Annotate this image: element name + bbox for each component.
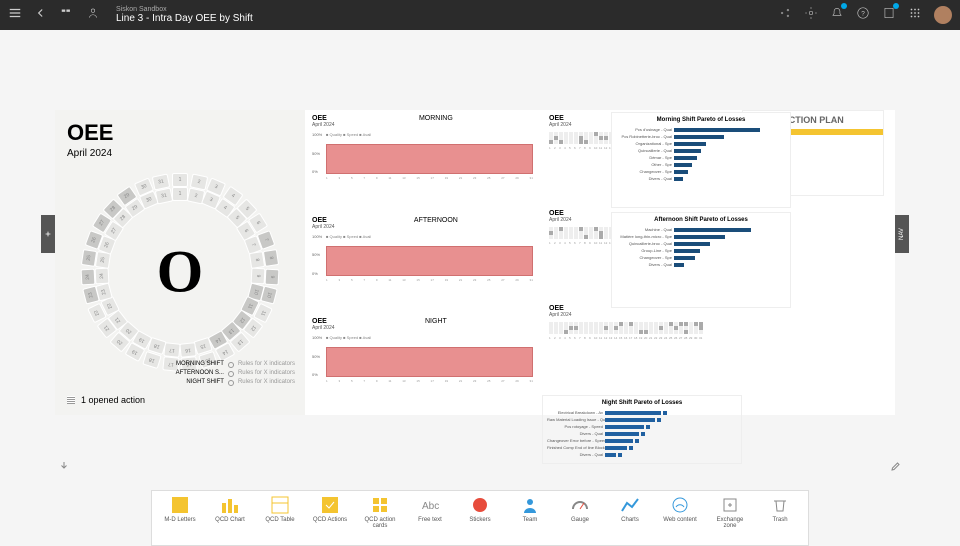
tool-qcd-actions[interactable]: QCD Actions xyxy=(310,495,350,523)
gear-icon[interactable] xyxy=(804,6,818,25)
svg-text:?: ? xyxy=(861,10,865,17)
tool-stickers[interactable]: Stickers xyxy=(460,495,500,523)
shift-barchart[interactable]: OEENIGHTApril 2024■ Quality ■ Speed ■ Av… xyxy=(305,313,542,415)
oee-title: OEE xyxy=(67,120,293,146)
tool-web-content[interactable]: Web content xyxy=(660,495,700,523)
top-bar: Siskon Sandbox Line 3 - Intra Day OEE by… xyxy=(0,0,960,30)
pareto-night[interactable]: Night Shift Pareto of Losses Electrical … xyxy=(542,395,742,464)
logo-icon xyxy=(86,6,100,25)
back-icon[interactable] xyxy=(34,6,48,25)
edit-icon[interactable] xyxy=(886,456,906,476)
tool-exchange-zone[interactable]: Exchange zone xyxy=(710,495,750,529)
board: OEE April 2024 O 12345678910111213141516… xyxy=(55,110,895,415)
opened-actions[interactable]: 1 opened action xyxy=(67,395,145,405)
tool-tray: M-D Letters QCD Chart QCD Table QCD Actions… xyxy=(0,490,960,546)
tool-charts[interactable]: Charts xyxy=(610,495,650,523)
tool-gauge[interactable]: Gauge xyxy=(560,495,600,523)
pareto-chart[interactable]: Afternoon Shift Pareto of LossesMachine … xyxy=(611,212,791,308)
ring-cell[interactable]: 17 xyxy=(163,342,180,358)
oee-center-letter: O xyxy=(157,238,204,307)
tool-trash[interactable]: Trash xyxy=(760,495,800,523)
ring-cell[interactable]: 24 xyxy=(81,268,96,285)
ring-cell[interactable]: 9 xyxy=(250,268,265,285)
tool-free-text[interactable]: AbcFree text xyxy=(410,495,450,523)
share-icon[interactable] xyxy=(778,6,792,25)
apps-icon[interactable] xyxy=(908,6,922,25)
ring-cell[interactable]: 9 xyxy=(264,268,279,285)
tool-m-d-letters[interactable]: M-D Letters xyxy=(160,495,200,523)
ring-cell[interactable]: 31 xyxy=(155,187,173,204)
left-drawer-tab[interactable] xyxy=(41,215,55,253)
pareto-chart[interactable]: Morning Shift Pareto of LossesPcs d'usin… xyxy=(611,112,791,208)
boards-icon[interactable] xyxy=(60,6,74,25)
tool-qcd-action-cards[interactable]: QCD action cards xyxy=(360,495,400,529)
page-title: Siskon Sandbox Line 3 - Intra Day OEE by… xyxy=(116,6,253,25)
shift-barchart[interactable]: OEEMORNINGApril 2024■ Quality ■ Speed ■ … xyxy=(305,110,542,212)
tool-team[interactable]: Team xyxy=(510,495,550,523)
ring-cell[interactable]: 8 xyxy=(263,249,279,267)
tool-qcd-table[interactable]: QCD Table xyxy=(260,495,300,523)
canvas[interactable]: NAV OEE April 2024 O 1234567891011121314… xyxy=(0,30,960,490)
right-drawer-tab[interactable]: NAV xyxy=(895,215,909,253)
bell-icon[interactable] xyxy=(830,6,844,25)
menu-icon[interactable] xyxy=(8,6,22,25)
oee-panel: OEE April 2024 O 12345678910111213141516… xyxy=(55,110,305,415)
svg-text:Abc: Abc xyxy=(422,501,439,512)
shift-legend: MORNING SHIFTRules for X indicators AFTE… xyxy=(176,360,295,387)
download-icon[interactable] xyxy=(54,456,74,476)
shift-barcharts-column: OEEMORNINGApril 2024■ Quality ■ Speed ■ … xyxy=(305,110,542,415)
ring-cell[interactable]: 23 xyxy=(96,282,114,301)
ring-cell[interactable]: 1 xyxy=(172,187,188,201)
shift-barchart[interactable]: OEEAFTERNOONApril 2024■ Quality ■ Speed … xyxy=(305,212,542,314)
ring-cell[interactable]: 24 xyxy=(95,268,110,285)
tool-qcd-chart[interactable]: QCD Chart xyxy=(210,495,250,523)
ring-cell[interactable]: 16 xyxy=(179,342,196,358)
ring-cell[interactable]: 1 xyxy=(172,173,188,187)
oee-grid-card[interactable]: OEEApril 2024123456789101112131415161718… xyxy=(542,300,742,395)
ring-cell[interactable]: 8 xyxy=(249,251,265,269)
help-icon[interactable]: ? xyxy=(856,6,870,25)
avatar[interactable] xyxy=(934,6,952,24)
save-icon[interactable] xyxy=(882,6,896,25)
oee-date: April 2024 xyxy=(67,148,293,159)
oee-ring[interactable]: O 12345678910111213141516171819202122232… xyxy=(75,167,285,377)
